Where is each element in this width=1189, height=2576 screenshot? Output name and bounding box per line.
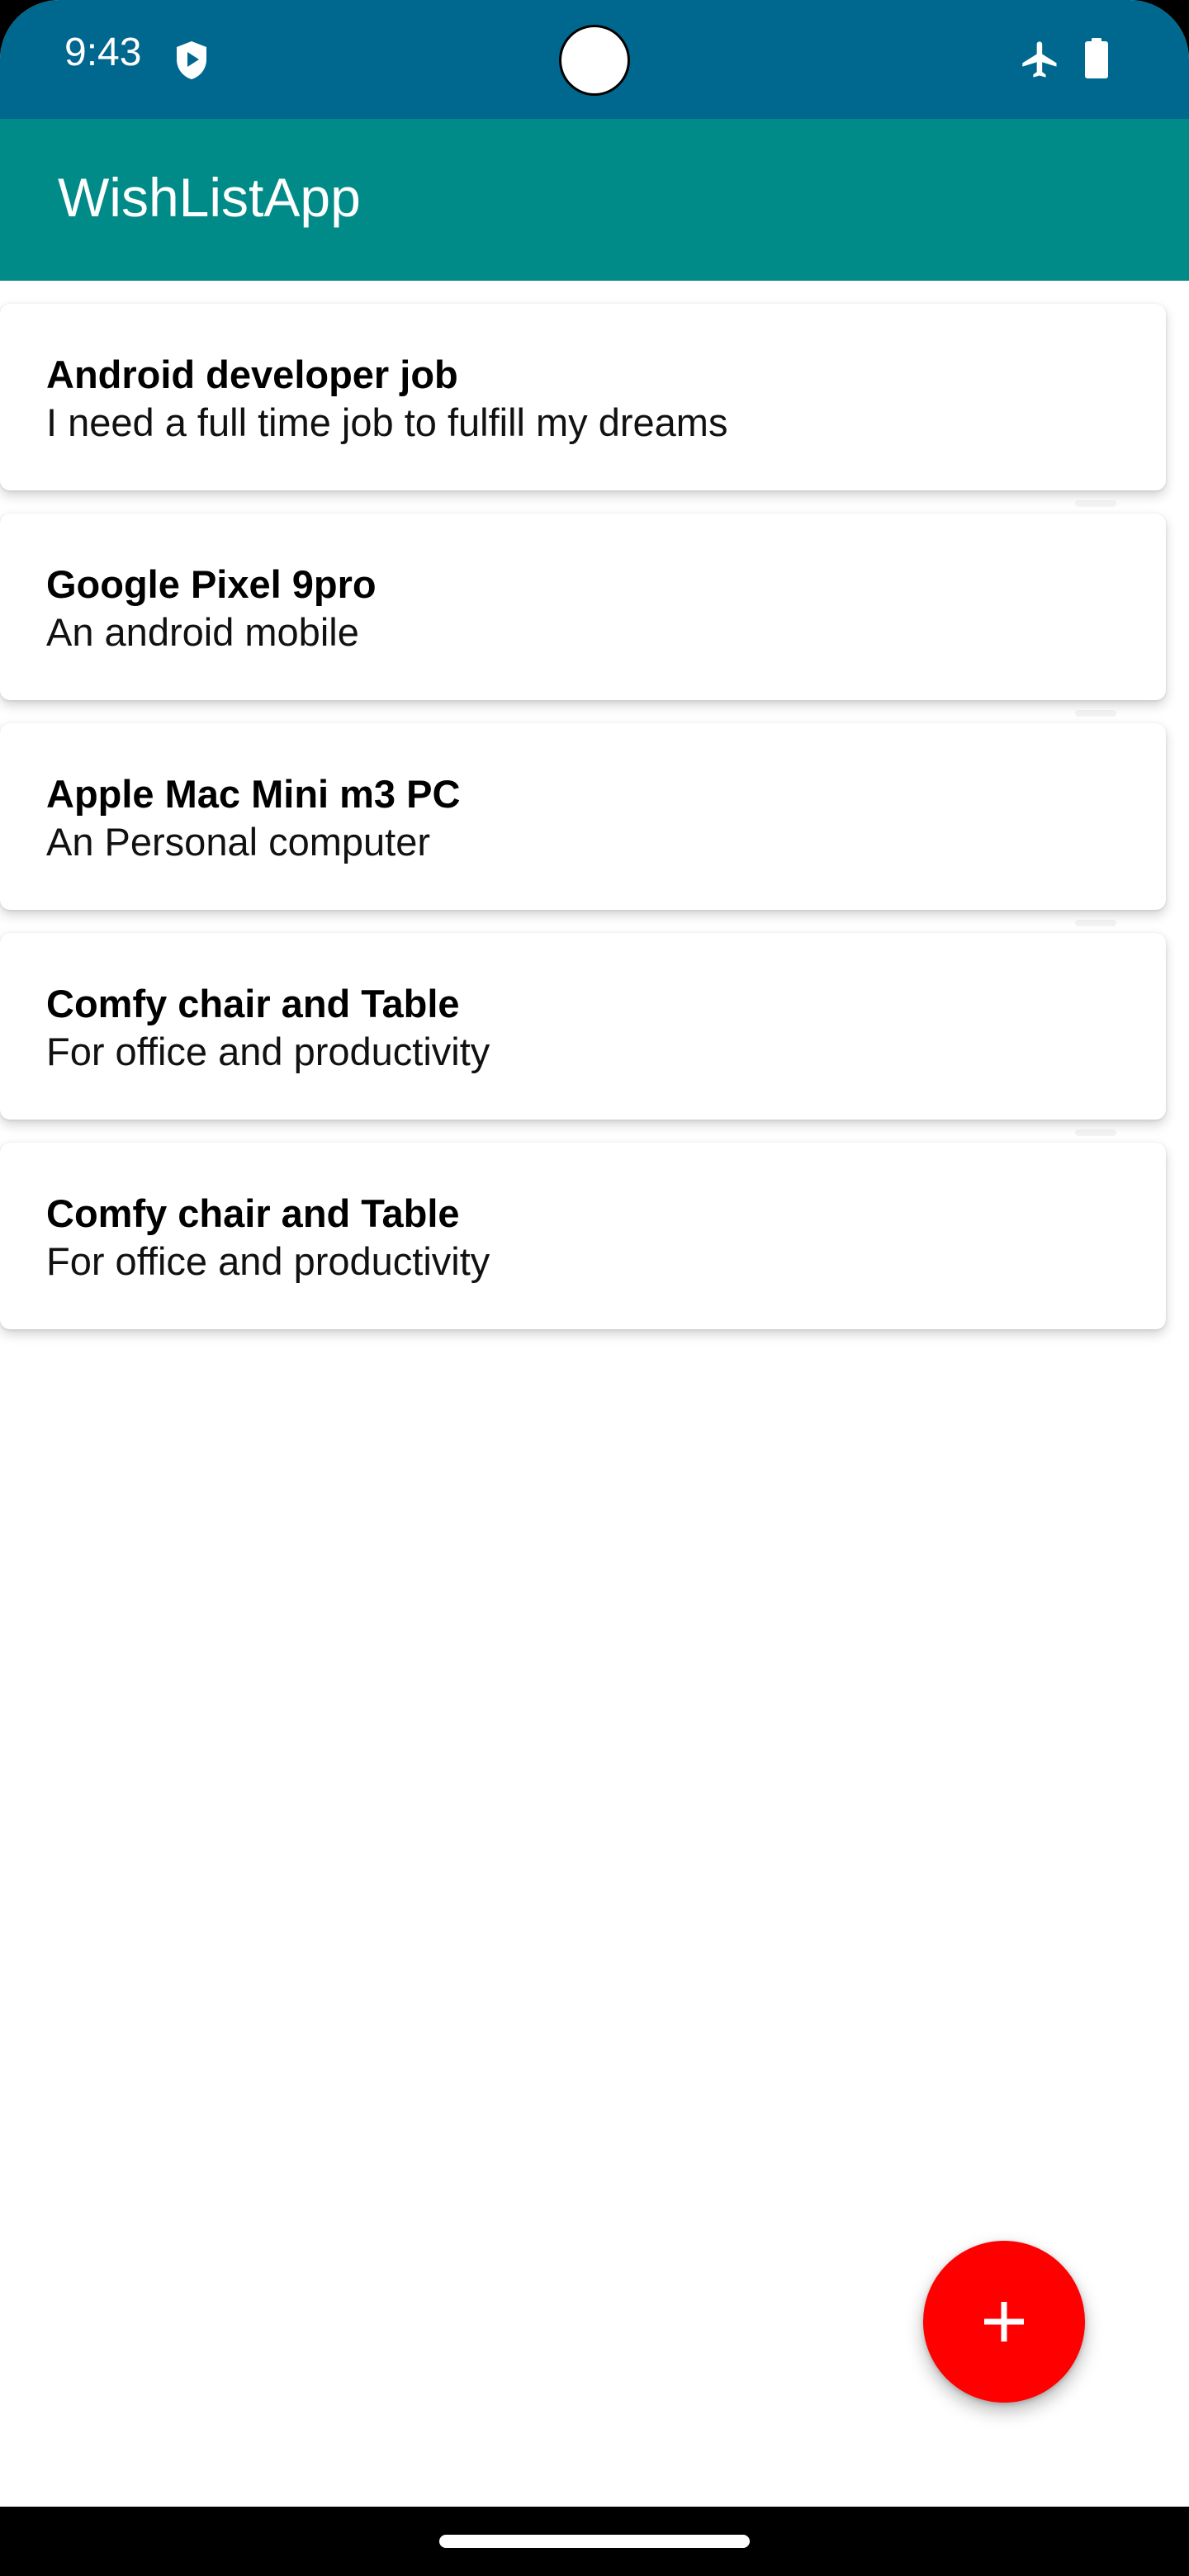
add-icon: [984, 2302, 1024, 2342]
swipe-handle: [1075, 1129, 1116, 1136]
shield-icon: [177, 41, 206, 79]
swipe-handle: [1075, 920, 1116, 926]
swipe-handle: [1075, 710, 1116, 717]
battery-icon: [1085, 38, 1108, 78]
wish-title: Google Pixel 9pro: [46, 562, 377, 606]
wish-card[interactable]: Comfy chair and Table For office and pro…: [0, 1143, 1166, 1329]
wish-card[interactable]: Apple Mac Mini m3 PC An Personal compute…: [0, 723, 1166, 910]
airplane-icon: [1022, 41, 1057, 78]
wish-description: An Personal computer: [46, 820, 431, 864]
wish-card[interactable]: Google Pixel 9pro An android mobile: [0, 514, 1166, 700]
wish-description: An android mobile: [46, 610, 359, 654]
add-wish-button[interactable]: [923, 2241, 1085, 2403]
wish-description: For office and productivity: [46, 1239, 490, 1283]
wish-card[interactable]: Comfy chair and Table For office and pro…: [0, 933, 1166, 1120]
app-bar: WishListApp: [0, 119, 1189, 281]
wish-title: Android developer job: [46, 353, 458, 396]
wish-card[interactable]: Android developer job I need a full time…: [0, 304, 1166, 490]
wish-description: I need a full time job to fulfill my dre…: [46, 400, 728, 444]
app-screen: 9:43 WishListApp Android developer job I…: [0, 0, 1189, 2576]
wish-title: Comfy chair and Table: [46, 982, 460, 1025]
swipe-handle: [1075, 500, 1116, 507]
app-title: WishListApp: [58, 167, 361, 228]
wish-title: Comfy chair and Table: [46, 1191, 460, 1235]
camera-cutout: [559, 25, 630, 96]
status-bar: 9:43: [0, 0, 1189, 119]
wish-title: Apple Mac Mini m3 PC: [46, 772, 461, 816]
home-gesture-handle[interactable]: [439, 2535, 750, 2548]
navigation-bar: [0, 2507, 1189, 2576]
status-time: 9:43: [64, 31, 142, 74]
wish-description: For office and productivity: [46, 1030, 490, 1073]
